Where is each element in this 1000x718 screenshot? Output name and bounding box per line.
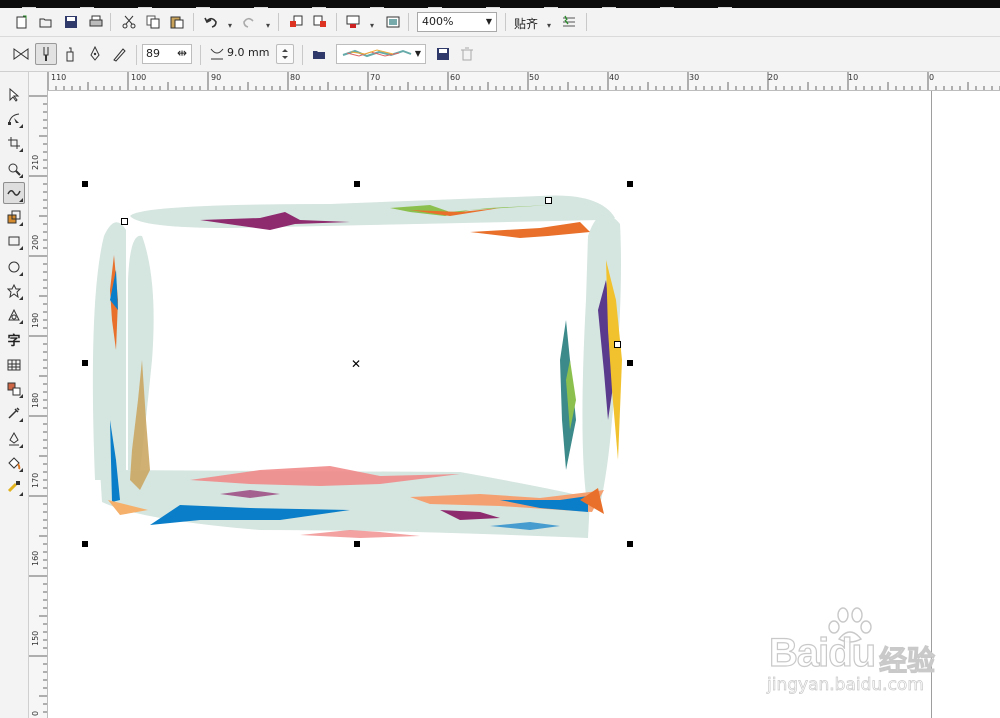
selection-handle[interactable]	[627, 181, 633, 187]
selection-handle[interactable]	[627, 541, 633, 547]
watermark: Baidu 经验 jingyan.baidu.com	[765, 605, 955, 715]
node-handle[interactable]	[545, 197, 552, 204]
rotation-center-icon[interactable]: ✕	[351, 357, 361, 371]
watermark-url: jingyan.baidu.com	[767, 675, 925, 696]
selection-handle[interactable]	[82, 360, 88, 366]
node-handle[interactable]	[121, 218, 128, 225]
selection-handle[interactable]	[354, 541, 360, 547]
node-handle[interactable]	[614, 341, 621, 348]
selection-handle[interactable]	[627, 360, 633, 366]
watermark-brand-cn: 经验	[878, 644, 936, 678]
watermark-brand: Baidu	[768, 630, 876, 675]
selection-handle[interactable]	[82, 541, 88, 547]
selection-handle[interactable]	[82, 181, 88, 187]
selection-handle[interactable]	[354, 181, 360, 187]
